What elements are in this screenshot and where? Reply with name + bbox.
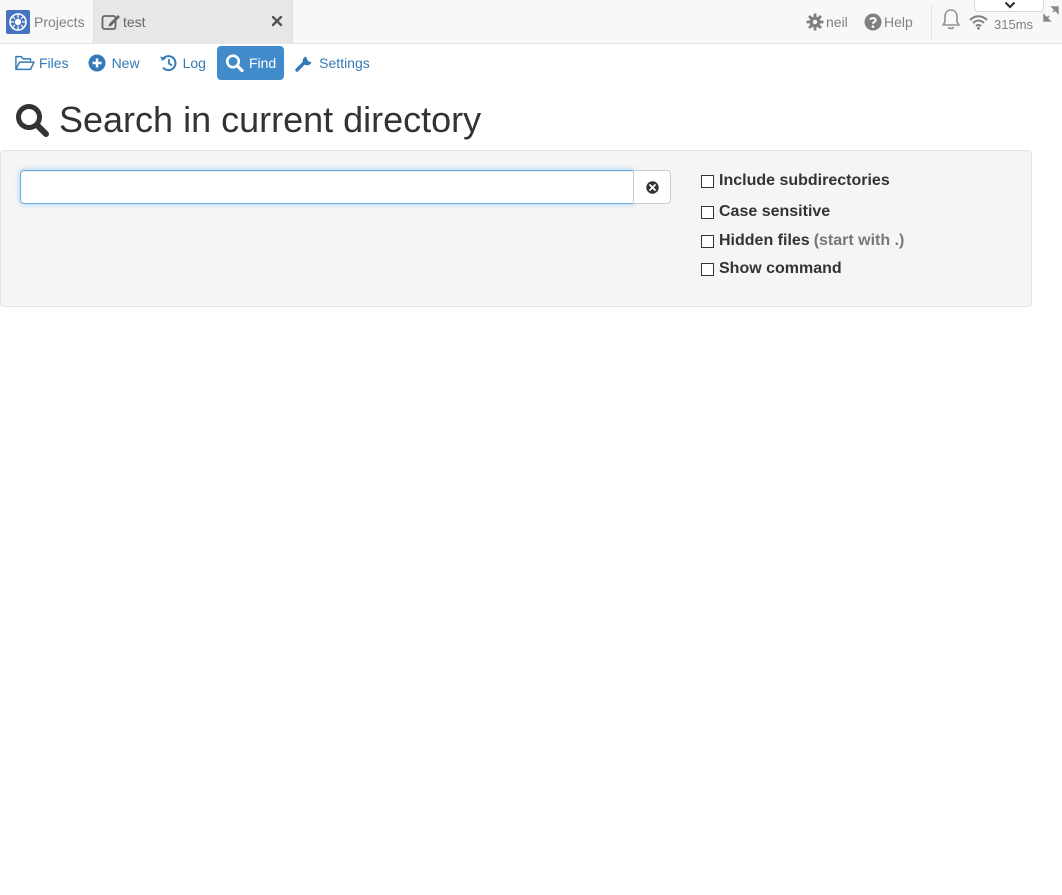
- nav-settings[interactable]: Settings: [287, 46, 378, 80]
- nav-log-label: Log: [182, 54, 206, 71]
- hidden-files-label: Hidden files: [719, 232, 810, 249]
- nav-settings-label: Settings: [319, 54, 370, 71]
- hidden-files-option[interactable]: Hidden files (start with .): [701, 231, 904, 251]
- times-circle-icon: [645, 180, 659, 194]
- case-sensitive-label: Case sensitive: [719, 203, 831, 220]
- nav-files[interactable]: Files: [7, 46, 77, 80]
- nav-new-label: New: [111, 54, 140, 71]
- close-icon[interactable]: [270, 14, 284, 28]
- search-input[interactable]: [20, 170, 634, 204]
- case-sensitive-checkbox[interactable]: [701, 205, 714, 219]
- help-label: Help: [884, 14, 913, 30]
- nav-find-label: Find: [248, 54, 277, 71]
- show-command-label: Show command: [719, 260, 842, 277]
- show-command-option[interactable]: Show command: [701, 259, 842, 279]
- folder-open-icon: [15, 55, 35, 70]
- wrench-icon: [295, 56, 312, 72]
- nav-log[interactable]: Log: [151, 46, 214, 80]
- topbar-divider: [931, 4, 932, 40]
- search-icon: [225, 53, 244, 72]
- dropdown-toggle[interactable]: [974, 0, 1044, 12]
- include-subdirectories-checkbox[interactable]: [701, 174, 714, 188]
- file-nav: Files New Log Find Settings: [7, 45, 381, 80]
- include-subdirectories-option[interactable]: Include subdirectories: [701, 171, 890, 191]
- file-tab-test[interactable]: test: [93, 0, 293, 44]
- plus-circle-icon: [88, 54, 106, 71]
- user-label: neil: [826, 14, 848, 30]
- case-sensitive-option[interactable]: Case sensitive: [701, 202, 830, 222]
- page-title-text: Search in current directory: [59, 99, 482, 140]
- expand-icon[interactable]: [1043, 6, 1059, 22]
- hidden-files-checkbox[interactable]: [701, 234, 714, 248]
- search-icon: [16, 104, 49, 137]
- wifi-icon: [969, 15, 988, 30]
- top-bar: Projects test neil Help 315ms: [0, 0, 1062, 44]
- cocalc-logo-icon: [6, 10, 30, 34]
- include-subdirectories-label: Include subdirectories: [719, 172, 890, 189]
- projects-label: Projects: [34, 14, 85, 30]
- clear-search-button[interactable]: [633, 170, 671, 204]
- hidden-files-hint: (start with .): [813, 232, 905, 249]
- nav-find[interactable]: Find: [216, 45, 285, 80]
- help-button[interactable]: Help: [864, 12, 913, 32]
- edit-icon: [101, 15, 120, 30]
- ping-label: 315ms: [994, 17, 1034, 32]
- nav-files-label: Files: [39, 54, 69, 71]
- history-icon: [159, 54, 177, 71]
- nav-new[interactable]: New: [80, 46, 148, 80]
- chevron-down-icon: [1004, 1, 1016, 9]
- tab-label: test: [123, 14, 146, 30]
- account-button[interactable]: neil: [806, 12, 848, 32]
- bell-icon[interactable]: [940, 8, 962, 30]
- question-circle-icon: [864, 13, 882, 31]
- show-command-checkbox[interactable]: [701, 262, 714, 276]
- projects-link[interactable]: Projects: [6, 9, 85, 35]
- gear-icon: [806, 13, 824, 31]
- page-title: Search in current directory: [14, 98, 481, 142]
